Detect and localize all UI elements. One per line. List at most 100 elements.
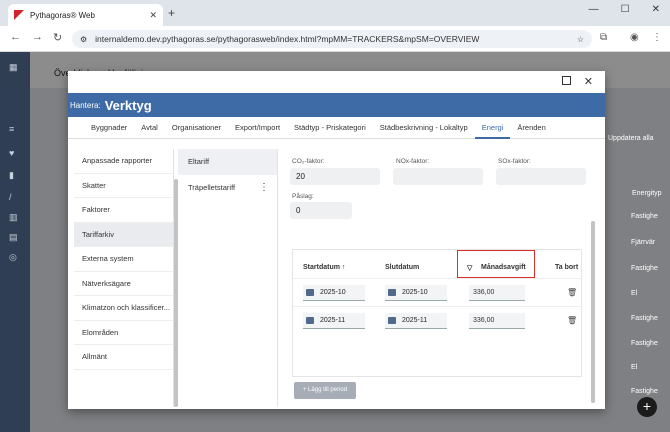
modal-titlebar: ✕ [68,71,605,93]
bg-energy-value: Fastighe [631,213,658,220]
period-table: Startdatum ↑ Slutdatum ▽ Månadsavgift Ta… [292,249,582,377]
col-end-header[interactable]: Slutdatum [385,264,419,271]
bg-energy-header: Energityp [632,190,662,197]
modal-title: Verktyg [104,97,152,113]
nav-bars-icon[interactable]: ▤ [9,232,18,243]
apps-grid-icon[interactable]: ▦ [9,62,18,73]
nav-list-icon[interactable]: ≡ [9,124,14,134]
tariff-list: Eltariff Träpelletstariff ⋮ [178,149,278,407]
back-icon[interactable]: ← [10,31,21,43]
fee-field[interactable]: 336,00 [469,285,525,301]
nox-field[interactable] [393,168,483,185]
category-item[interactable]: Klimatzon och klassificer... [74,296,173,321]
calendar-icon [306,317,314,324]
bg-energy-value: El [631,364,638,371]
start-date-field[interactable]: 2025-11 [303,313,365,329]
delete-icon[interactable]: 🗑 [567,288,577,297]
end-date-field[interactable]: 2025-11 [385,313,447,329]
nox-label: NOx-faktor: [396,158,430,165]
co2-label: CO₂-faktor: [292,158,325,165]
category-item[interactable]: Anpassade rapporter [74,149,173,174]
tab-contracts[interactable]: Avtal [134,117,165,139]
calendar-icon [388,317,396,324]
browser-tabbar: Pythagoras® Web ✕ + — ☐ ✕ [0,0,670,26]
col-start-header[interactable]: Startdatum ↑ [303,264,345,271]
close-tab-icon[interactable]: ✕ [149,10,157,21]
tab-issues[interactable]: Ärenden [510,117,552,139]
category-item[interactable]: Nätverksägare [74,272,173,296]
more-options-icon[interactable]: ⋮ [259,175,269,201]
app-left-nav: ▦ ≡ ♥ ▮ / ▥ ▤ ◎ [0,52,30,432]
bg-energy-value: Fastighe [631,340,658,347]
nav-circle-icon[interactable]: ◎ [9,252,17,263]
profile-icon[interactable]: ◉ [630,32,639,43]
modal-prefix: Hantera: [70,100,101,110]
category-item[interactable]: Faktorer [74,198,173,223]
nav-trash-icon[interactable]: ▮ [9,170,14,181]
bg-energy-value: Fjärrvär [631,239,656,246]
menu-icon[interactable]: ⋮ [652,32,662,43]
tariff-item-selected[interactable]: Eltariff [178,149,277,175]
url-text: internaldemo.dev.pythagoras.se/pythagora… [95,34,480,44]
tab-organisations[interactable]: Organisationer [165,117,228,139]
close-window-icon[interactable]: ✕ [652,4,660,15]
col-delete-header: Ta bort [555,264,579,271]
nav-heart-icon[interactable]: ♥ [9,148,14,158]
paslag-field[interactable]: 0 [290,202,352,219]
calendar-icon [388,289,396,296]
maximize-icon[interactable] [562,76,571,85]
category-item-selected[interactable]: Tariffarkiv [74,222,173,247]
forward-icon[interactable]: → [32,31,43,43]
minimize-icon[interactable]: — [589,4,599,15]
tab-energy[interactable]: Energi [474,117,511,139]
new-tab-icon[interactable]: + [168,6,175,20]
window-controls: — ☐ ✕ [589,4,660,15]
tariff-item[interactable]: Träpelletstariff ⋮ [178,175,277,201]
tab-export-import[interactable]: Export/Import [228,117,287,139]
bookmark-star-icon[interactable]: ☆ [577,35,584,44]
site-info-icon[interactable]: ⚙ [80,35,87,44]
add-fab-button[interactable]: + [637,397,657,417]
tab-cleaning-room[interactable]: Städbeskrivning - Lokaltyp [373,117,475,139]
category-list: Anpassade rapporter Skatter Faktorer Tar… [74,149,174,407]
content-scrollbar[interactable] [591,221,595,403]
sox-label: SOx-faktor: [498,158,531,165]
table-row: 2025-10 2025-10 336,00 🗑 [293,278,581,306]
end-date-field[interactable]: 2025-10 [385,285,447,301]
nav-brush-icon[interactable]: / [9,192,12,202]
category-item[interactable]: Allmänt [74,345,173,370]
start-date-field[interactable]: 2025-10 [303,285,365,301]
fee-field[interactable]: 336,00 [469,313,525,329]
url-field[interactable]: ⚙ internaldemo.dev.pythagoras.se/pythago… [72,30,592,48]
add-period-button[interactable]: + Lägg till period [294,382,356,399]
address-bar-row: ← → ↻ ⚙ internaldemo.dev.pythagoras.se/p… [0,26,670,52]
tab-buildings[interactable]: Byggnader [84,117,134,139]
bg-energy-value: Fastighe [631,265,658,272]
reload-icon[interactable]: ↻ [53,31,62,44]
browser-tab[interactable]: Pythagoras® Web ✕ [8,4,163,26]
modal-tabs: Byggnader Avtal Organisationer Export/Im… [68,117,605,139]
tariff-details: CO₂-faktor: 20 NOx-faktor: SOx-faktor: P… [282,149,596,407]
extensions-icon[interactable]: ⧉ [600,32,607,43]
delete-icon[interactable]: 🗑 [567,316,577,325]
bg-update-all[interactable]: Uppdatera alla [608,135,654,142]
category-item[interactable]: Elområden [74,321,173,345]
bg-energy-value: Fastighe [631,388,658,395]
category-item[interactable]: Externa system [74,247,173,272]
bg-energy-value: Fastighe [631,315,658,322]
table-row: 2025-11 2025-11 336,00 🗑 [293,306,581,334]
nav-chart-icon[interactable]: ▥ [9,212,18,223]
pythagoras-favicon-icon [14,10,24,20]
filter-icon[interactable]: ▽ [467,264,472,272]
tools-modal: ✕ Hantera: Verktyg Byggnader Avtal Organ… [68,71,605,409]
co2-field[interactable]: 20 [290,168,380,185]
category-item[interactable]: Skatter [74,174,173,198]
calendar-icon [306,289,314,296]
maximize-icon[interactable]: ☐ [621,4,630,15]
col-fee-header[interactable]: Månadsavgift [481,264,526,271]
tab-cleaning-price[interactable]: Städtyp - Priskategori [287,117,373,139]
close-modal-icon[interactable]: ✕ [584,75,593,88]
sox-field[interactable] [496,168,586,185]
browser-tab-title: Pythagoras® Web [30,10,95,20]
bg-energy-value: El [631,290,638,297]
